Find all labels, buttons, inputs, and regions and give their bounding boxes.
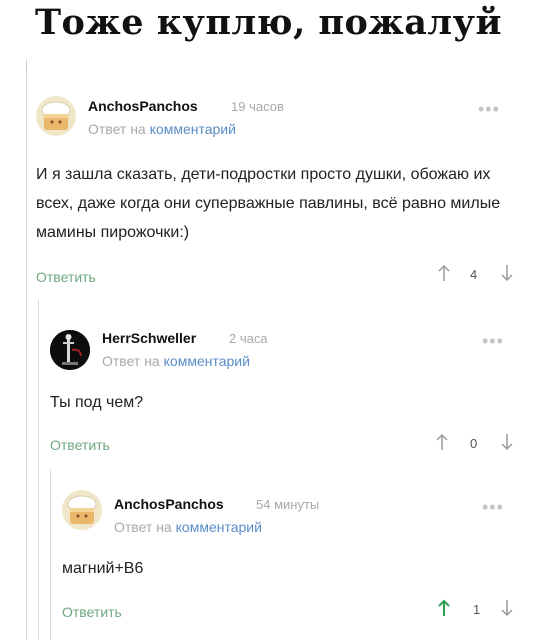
more-dots-icon[interactable]: •••: [482, 498, 504, 516]
comment: AnchosPanchos 54 минуты Ответ на коммент…: [0, 0, 537, 640]
comment-timestamp: 54 минуты: [256, 497, 320, 512]
arrow-up-icon[interactable]: [437, 599, 451, 617]
reply-button[interactable]: Ответить: [62, 604, 122, 620]
comment-username[interactable]: AnchosPanchos: [114, 496, 224, 512]
reply-to-label: Ответ на комментарий: [114, 519, 262, 535]
rating-count: 1: [473, 602, 481, 617]
avatar-bread-icon: [62, 490, 102, 530]
reply-to-prefix: Ответ на: [114, 519, 172, 535]
avatar[interactable]: [62, 490, 102, 530]
comment-text: магний+B6: [62, 560, 144, 577]
reply-to-link[interactable]: комментарий: [176, 519, 262, 535]
arrow-down-icon[interactable]: [500, 599, 514, 617]
